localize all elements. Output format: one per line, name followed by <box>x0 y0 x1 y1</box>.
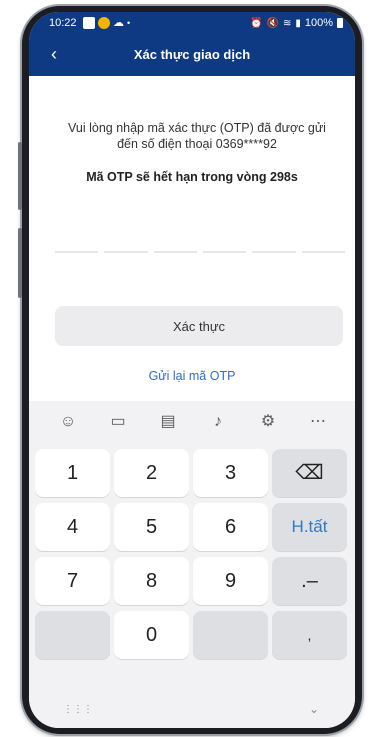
keyboard-toolbar: ☺ ▭ ▤ ♪ ⚙ ⋯ <box>29 401 355 443</box>
mute-icon: 🔇 <box>266 17 279 29</box>
otp-digit-box[interactable] <box>252 251 296 253</box>
otp-digit-box[interactable] <box>55 251 99 253</box>
cloud-icon: ☁ <box>113 17 124 29</box>
alarm-icon: ⏰ <box>250 17 263 29</box>
otp-info-text: Vui lòng nhập mã xác thực (OTP) đã được … <box>68 121 326 151</box>
wifi-icon: ≋ <box>282 17 292 29</box>
comma-key[interactable]: , <box>272 611 347 659</box>
volume-button <box>18 142 22 210</box>
key-3[interactable]: 3 <box>193 449 268 497</box>
status-bar: 10:22 ☁ • ⏰ 🔇 ≋ ▮ 100% <box>29 12 355 36</box>
dot-icon: • <box>127 17 131 28</box>
status-time: 10:22 <box>49 17 77 29</box>
key-0[interactable]: 0 <box>114 611 189 659</box>
otp-input[interactable] <box>55 251 345 253</box>
smile-badge-icon <box>98 16 110 29</box>
app-header: ‹ Xác thực giao dịch <box>29 36 355 76</box>
power-button <box>18 228 22 298</box>
resend-otp-link[interactable]: Gửi lại mã OTP <box>29 369 355 383</box>
microphone-icon[interactable]: ♪ <box>207 411 229 433</box>
otp-digit-box[interactable] <box>301 251 345 253</box>
backspace-key[interactable]: ⌫ <box>272 449 347 497</box>
otp-expiry-text: Mã OTP sẽ hết hạn trong vòng 298s <box>86 170 298 184</box>
navigation-bar: ⋮⋮⋮ ⌄ <box>29 698 355 728</box>
blank-key[interactable] <box>35 611 110 659</box>
otp-panel: Vui lòng nhập mã xác thực (OTP) đã được … <box>29 76 355 401</box>
otp-digit-box[interactable] <box>104 251 148 253</box>
image-icon <box>83 16 95 29</box>
key-8[interactable]: 8 <box>114 557 189 605</box>
dot-minus-key[interactable]: .– <box>272 557 347 605</box>
text-format-icon[interactable]: ▤ <box>157 411 179 433</box>
blank-key[interactable] <box>193 611 268 659</box>
keyboard-icon[interactable]: ⋮⋮⋮ <box>63 704 93 715</box>
done-key[interactable]: H.tất <box>272 503 347 551</box>
clipboard-icon[interactable]: ▭ <box>107 411 129 433</box>
status-left-icons: ☁ • <box>83 16 130 29</box>
more-icon[interactable]: ⋯ <box>307 411 329 433</box>
numeric-keypad: 1 2 3 ⌫ 4 5 6 H.tất 7 8 9 .– 0 , <box>29 443 355 698</box>
battery-icon <box>337 18 343 28</box>
status-right-icons: ⏰ 🔇 ≋ ▮ 100% <box>250 17 343 29</box>
verify-button[interactable]: Xác thực <box>55 306 343 346</box>
page-title: Xác thực giao dịch <box>133 47 251 62</box>
screen: 10:22 ☁ • ⏰ 🔇 ≋ ▮ 100% ‹ Xác thực giao d… <box>29 12 355 728</box>
emoji-icon[interactable]: ☺ <box>57 411 79 433</box>
key-7[interactable]: 7 <box>35 557 110 605</box>
otp-digit-box[interactable] <box>202 251 247 253</box>
key-4[interactable]: 4 <box>35 503 110 551</box>
battery-label: 100% <box>304 17 333 29</box>
key-5[interactable]: 5 <box>114 503 189 551</box>
otp-digit-box[interactable] <box>153 251 197 253</box>
key-1[interactable]: 1 <box>35 449 110 497</box>
key-6[interactable]: 6 <box>193 503 268 551</box>
signal-icon: ▮ <box>295 17 301 29</box>
hide-keyboard-icon[interactable]: ⌄ <box>309 702 319 716</box>
settings-icon[interactable]: ⚙ <box>257 411 279 433</box>
key-9[interactable]: 9 <box>193 557 268 605</box>
key-2[interactable]: 2 <box>114 449 189 497</box>
